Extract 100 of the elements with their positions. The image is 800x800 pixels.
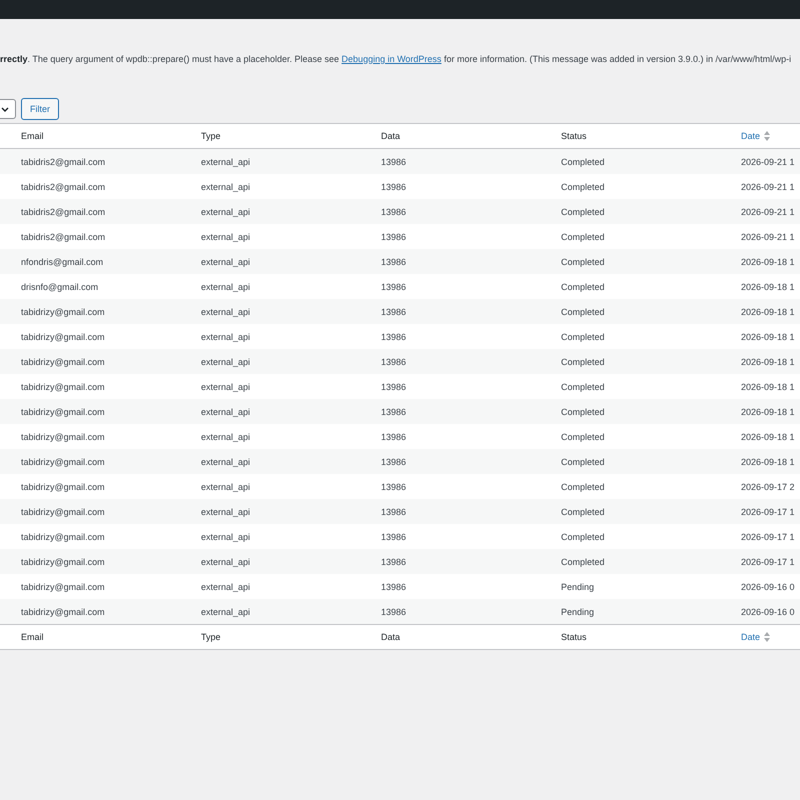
table-cell: external_api: [201, 556, 250, 566]
table-cell: Completed: [561, 282, 605, 292]
table-cell: external_api: [201, 182, 250, 192]
table-cell: 13986: [381, 232, 406, 242]
table-cell: external_api: [201, 506, 250, 516]
table-cell: 13986: [381, 532, 406, 542]
table-cell: external_api: [201, 232, 250, 242]
table-cell: tabidris2@gmail.com: [21, 156, 106, 166]
table-cell: 2026-09-18 1: [741, 282, 795, 292]
column-sort-link[interactable]: Date: [741, 131, 760, 141]
table-cell: tabidrizy@gmail.com: [21, 582, 105, 592]
table-cell: 13986: [381, 582, 406, 592]
table-cell: Completed: [561, 232, 605, 242]
table-cell: Completed: [561, 556, 605, 566]
filter-button[interactable]: Filter: [21, 98, 59, 120]
column-header: Status: [561, 632, 587, 642]
table-cell: tabidris2@gmail.com: [21, 182, 106, 192]
table-cell: 2026-09-18 1: [741, 256, 795, 266]
table-cell: Completed: [561, 506, 605, 516]
table-cell: tabidrizy@gmail.com: [21, 506, 105, 516]
table-cell: Completed: [561, 256, 605, 266]
chevron-icon: [1, 106, 9, 112]
table-cell: nfondris@gmail.com: [21, 256, 104, 266]
table-cell: tabidrizy@gmail.com: [21, 482, 105, 492]
table-cell: 2026-09-18 1: [741, 306, 795, 316]
docs-link[interactable]: Debugging in WordPress: [342, 54, 442, 64]
column-header: Type: [201, 131, 221, 141]
column-header: Email: [21, 131, 44, 141]
table-cell: 2026-09-21 1: [741, 156, 795, 166]
table-cell: 2026-09-18 1: [741, 332, 795, 342]
table-cell: 2026-09-18 1: [741, 382, 795, 392]
table-cell: Completed: [561, 432, 605, 442]
table-cell: external_api: [201, 306, 250, 316]
table-cell: 2026-09-16 0: [741, 582, 795, 592]
warning-message: rrectly. The query argument of wpdb::prepare() must have a placeholder. Please see Debugging in WordPress for more information. (This message was added in version 3.9.0.) in /var/www/html/wp-i: [0, 54, 792, 66]
table-cell: 13986: [381, 282, 406, 292]
table-cell: 13986: [381, 382, 406, 392]
sort-arrows-icon[interactable]: [764, 632, 770, 642]
table-cell: 2026-09-21 1: [741, 182, 795, 192]
table-cell: 13986: [381, 306, 406, 316]
table-cell: tabidris2@gmail.com: [21, 232, 106, 242]
table-cell: external_api: [201, 332, 250, 342]
table-cell: 2026-09-18 1: [741, 456, 795, 466]
table-cell: 13986: [381, 206, 406, 216]
table-cell: Completed: [561, 206, 605, 216]
filter-dropdown[interactable]: [0, 99, 16, 119]
table-cell: 13986: [381, 406, 406, 416]
table-cell: 2026-09-21 1: [741, 206, 795, 216]
table-cell: external_api: [201, 282, 250, 292]
column-header: Type: [201, 632, 221, 642]
table-cell: Completed: [561, 356, 605, 366]
column-header: Status: [561, 131, 587, 141]
table-cell: 13986: [381, 156, 406, 166]
table-cell: external_api: [201, 406, 250, 416]
table-cell: drisnfo@gmail.com: [21, 282, 98, 292]
table-cell: tabidrizy@gmail.com: [21, 532, 105, 542]
table-cell: tabidrizy@gmail.com: [21, 406, 105, 416]
column-header: Data: [381, 131, 400, 141]
table-cell: Pending: [561, 582, 594, 592]
table-cell: tabidrizy@gmail.com: [21, 332, 105, 342]
table-cell: tabidrizy@gmail.com: [21, 306, 105, 316]
table-cell: tabidrizy@gmail.com: [21, 606, 105, 616]
table-cell: external_api: [201, 456, 250, 466]
table-cell: 2026-09-17 1: [741, 556, 795, 566]
column-sort-link[interactable]: Date: [741, 632, 760, 642]
table-cell: Completed: [561, 182, 605, 192]
table-cell: 2026-09-17 2: [741, 482, 795, 492]
table-cell: external_api: [201, 532, 250, 542]
table-cell: Completed: [561, 332, 605, 342]
table-cell: 13986: [381, 482, 406, 492]
table-cell: external_api: [201, 582, 250, 592]
table-cell: tabidrizy@gmail.com: [21, 382, 105, 392]
table-cell: external_api: [201, 432, 250, 442]
table-cell: 2026-09-17 1: [741, 506, 795, 516]
table-cell: 2026-09-16 0: [741, 606, 795, 616]
table-cell: external_api: [201, 482, 250, 492]
table-cell: Completed: [561, 456, 605, 466]
table-cell: Completed: [561, 482, 605, 492]
table-cell: Completed: [561, 306, 605, 316]
table-cell: 13986: [381, 556, 406, 566]
table-cell: external_api: [201, 606, 250, 616]
table-cell: 2026-09-18 1: [741, 432, 795, 442]
table-cell: tabidrizy@gmail.com: [21, 456, 105, 466]
table-cell: external_api: [201, 156, 250, 166]
table-cell: Completed: [561, 156, 605, 166]
table-cell: 13986: [381, 506, 406, 516]
table-cell: tabidrizy@gmail.com: [21, 556, 105, 566]
table-cell: external_api: [201, 382, 250, 392]
table-cell: 13986: [381, 256, 406, 266]
table-cell: 2026-09-17 1: [741, 532, 795, 542]
table-cell: Pending: [561, 606, 594, 616]
table-cell: Completed: [561, 406, 605, 416]
sort-arrows-icon[interactable]: [764, 131, 770, 141]
column-header: Data: [381, 632, 400, 642]
table-cell: external_api: [201, 256, 250, 266]
table-cell: tabidrizy@gmail.com: [21, 432, 105, 442]
table-cell: 13986: [381, 456, 406, 466]
table-cell: 13986: [381, 606, 406, 616]
table-cell: 13986: [381, 432, 406, 442]
table-cell: 13986: [381, 332, 406, 342]
